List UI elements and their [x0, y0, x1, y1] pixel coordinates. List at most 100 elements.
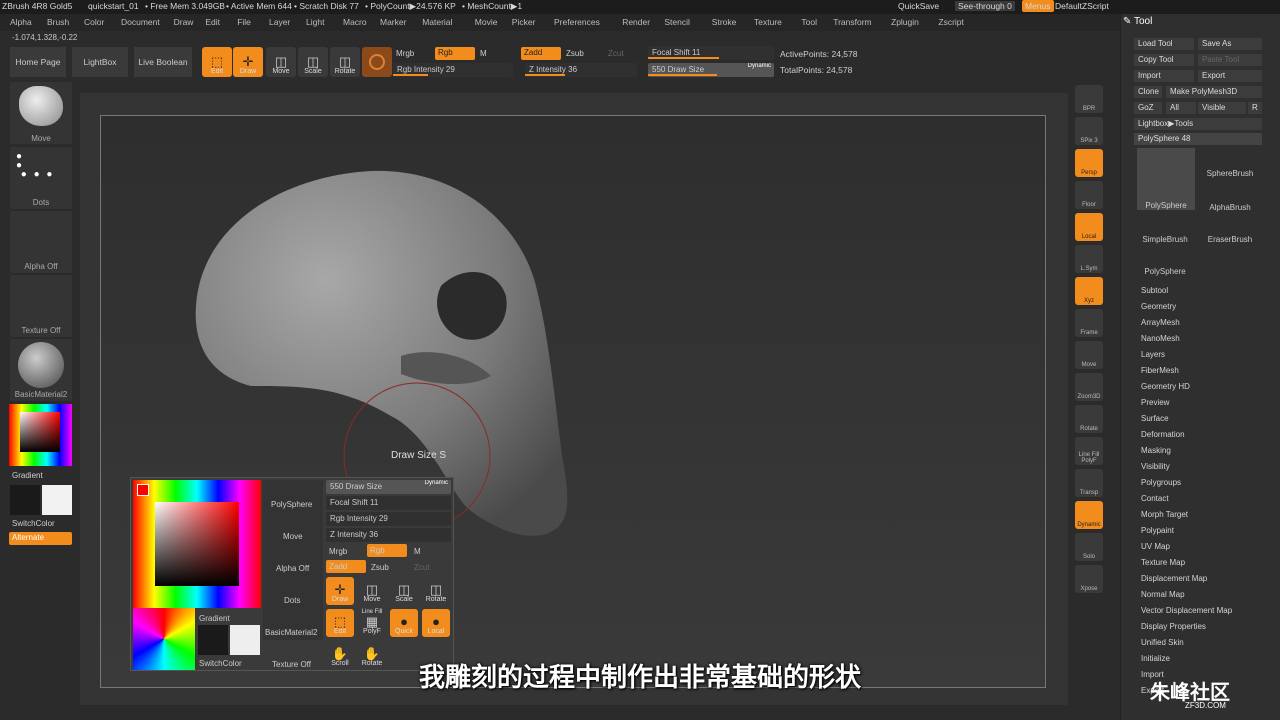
default-zscript-button[interactable]: DefaultZScript — [1055, 1, 1109, 11]
menu-edit[interactable]: Edit — [205, 17, 220, 27]
right-shelf-rotate[interactable]: Rotate — [1075, 405, 1103, 433]
tool-menu-geometry-hd[interactable]: Geometry HD — [1141, 382, 1190, 391]
popup-rotate-button[interactable]: ◫ Rotate — [422, 577, 450, 605]
right-shelf-move[interactable]: Move — [1075, 341, 1103, 369]
popup-zcut-button[interactable]: Zcut — [414, 563, 430, 572]
rgb-button[interactable]: Rgb — [435, 47, 475, 60]
material-swatch-button[interactable] — [362, 47, 392, 77]
tool-thumb-spherebrush[interactable]: SphereBrush — [1202, 148, 1258, 178]
popup-draw-button[interactable]: ✛ Draw — [326, 577, 354, 605]
tool-menu-polypaint[interactable]: Polypaint — [1141, 526, 1174, 535]
menu-stencil[interactable]: Stencil — [664, 17, 690, 27]
tool-menu-arraymesh[interactable]: ArrayMesh — [1141, 318, 1180, 327]
tool-menu-morph-target[interactable]: Morph Target — [1141, 510, 1188, 519]
primary-color-swatch[interactable] — [42, 485, 72, 515]
popup-rgb-intensity-slider[interactable]: Rgb Intensity 29 — [326, 512, 451, 526]
popup-zadd-button[interactable]: Zadd — [326, 560, 366, 573]
popup-rgb-button[interactable]: Rgb — [367, 544, 407, 557]
tool-menu-unified-skin[interactable]: Unified Skin — [1141, 638, 1184, 647]
menu-render[interactable]: Render — [622, 17, 650, 27]
tool-thumb-polysphere[interactable]: PolySphere — [1137, 246, 1193, 276]
quicksave-button[interactable]: QuickSave — [898, 1, 939, 11]
tool-thumb-simplebrush[interactable]: SimpleBrush — [1137, 214, 1193, 244]
right-shelf-solo[interactable]: Solo — [1075, 533, 1103, 561]
zsub-button[interactable]: Zsub — [566, 49, 584, 58]
tool-menu-geometry[interactable]: Geometry — [1141, 302, 1176, 311]
tool-thumb-alphabrush[interactable]: AlphaBrush — [1202, 182, 1258, 212]
load-tool-button[interactable]: Load Tool — [1134, 38, 1194, 50]
draw-size-slider[interactable]: 550 Draw Size Dynamic — [648, 63, 774, 77]
tool-menu-display-properties[interactable]: Display Properties — [1141, 622, 1206, 631]
menu-material[interactable]: Material — [422, 17, 452, 27]
right-shelf-frame[interactable]: Frame — [1075, 309, 1103, 337]
menu-preferences[interactable]: Preferences — [554, 17, 600, 27]
right-shelf-local[interactable]: Local — [1075, 213, 1103, 241]
edit-button[interactable]: ⬚ Edit — [202, 47, 232, 77]
tool-thumb-eraserbrush[interactable]: EraserBrush — [1202, 214, 1258, 244]
menu-file[interactable]: File — [237, 17, 251, 27]
secondary-color-swatch[interactable] — [10, 485, 40, 515]
paste-tool-button[interactable]: Paste Tool — [1198, 54, 1262, 66]
menu-layer[interactable]: Layer — [269, 17, 290, 27]
popup-alpha-label[interactable]: Alpha Off — [276, 564, 309, 573]
popup-color-square[interactable] — [155, 502, 239, 586]
tool-menu-uv-map[interactable]: UV Map — [1141, 542, 1170, 551]
popup-quick-button[interactable]: ● Quick — [390, 609, 418, 637]
tool-menu-deformation[interactable]: Deformation — [1141, 430, 1185, 439]
switchcolor-button[interactable]: SwitchColor — [12, 519, 55, 528]
live-boolean-button[interactable]: Live Boolean — [134, 47, 192, 77]
tool-menu-surface[interactable]: Surface — [1141, 414, 1169, 423]
menu-stroke[interactable]: Stroke — [712, 17, 737, 27]
import-button[interactable]: Import — [1134, 70, 1194, 82]
popup-focal-shift-slider[interactable]: Focal Shift 11 — [326, 496, 451, 510]
popup-secondary-swatch[interactable] — [198, 625, 228, 655]
menu-document[interactable]: Document — [121, 17, 160, 27]
goz-visible-button[interactable]: Visible — [1198, 102, 1246, 114]
lightbox-tools-button[interactable]: Lightbox▶Tools — [1134, 118, 1262, 130]
zcut-button[interactable]: Zcut — [608, 49, 624, 58]
tool-menu-polygroups[interactable]: Polygroups — [1141, 478, 1181, 487]
see-through-slider[interactable]: See-through 0 — [955, 1, 1015, 11]
right-shelf-dynamic[interactable]: Dynamic — [1075, 501, 1103, 529]
m-button[interactable]: M — [480, 49, 487, 58]
save-as-button[interactable]: Save As — [1198, 38, 1262, 50]
rgb-intensity-slider[interactable]: Rgb Intensity 29 — [393, 63, 513, 77]
popup-primary-swatch[interactable] — [230, 625, 260, 655]
menu-color[interactable]: Color — [84, 17, 104, 27]
tool-menu-vector-displacement-map[interactable]: Vector Displacement Map — [1141, 606, 1232, 615]
menu-zplugin[interactable]: Zplugin — [891, 17, 919, 27]
tool-menu-preview[interactable]: Preview — [1141, 398, 1169, 407]
tool-menu-layers[interactable]: Layers — [1141, 350, 1165, 359]
scale-button[interactable]: ◫ Scale — [298, 47, 328, 77]
popup-dots-label[interactable]: Dots — [284, 596, 300, 605]
export-button[interactable]: Export — [1198, 70, 1262, 82]
menu-transform[interactable]: Transform — [833, 17, 871, 27]
popup-polyf-button[interactable]: Line Fill ▦ PolyF — [358, 609, 386, 637]
clone-button[interactable]: Clone — [1134, 86, 1162, 98]
current-tool-slider[interactable]: PolySphere 48 — [1134, 133, 1262, 145]
color-square[interactable] — [20, 412, 60, 452]
focal-shift-slider[interactable]: Focal Shift 11 — [648, 46, 774, 60]
zadd-button[interactable]: Zadd — [521, 47, 561, 60]
popup-dynamic-toggle[interactable]: Dynamic — [425, 480, 448, 486]
mrgb-button[interactable]: Mrgb — [396, 49, 414, 58]
right-shelf-floor[interactable]: Floor — [1075, 181, 1103, 209]
menu-alpha[interactable]: Alpha — [10, 17, 32, 27]
goz-all-button[interactable]: All — [1166, 102, 1196, 114]
popup-scale-button[interactable]: ◫ Scale — [390, 577, 418, 605]
tool-menu-fibermesh[interactable]: FiberMesh — [1141, 366, 1179, 375]
tool-menu-normal-map[interactable]: Normal Map — [1141, 590, 1185, 599]
color-picker[interactable] — [9, 404, 72, 466]
menu-texture[interactable]: Texture — [754, 17, 782, 27]
make-polymesh-button[interactable]: Make PolyMesh3D — [1166, 86, 1262, 98]
right-shelf-zoom3d[interactable]: Zoom3D — [1075, 373, 1103, 401]
right-shelf-xyz[interactable]: Xyz — [1075, 277, 1103, 305]
popup-local-button[interactable]: ● Local — [422, 609, 450, 637]
popup-draw-size-slider[interactable]: 550 Draw Size Dynamic — [326, 480, 451, 494]
right-shelf-spix-3[interactable]: SPix 3 — [1075, 117, 1103, 145]
menu-brush[interactable]: Brush — [47, 17, 69, 27]
copy-tool-button[interactable]: Copy Tool — [1134, 54, 1194, 66]
tool-menu-masking[interactable]: Masking — [1141, 446, 1171, 455]
popup-move-button[interactable]: ◫ Move — [358, 577, 386, 605]
right-shelf-line-fill-polyf[interactable]: Line Fill PolyF — [1075, 437, 1103, 465]
